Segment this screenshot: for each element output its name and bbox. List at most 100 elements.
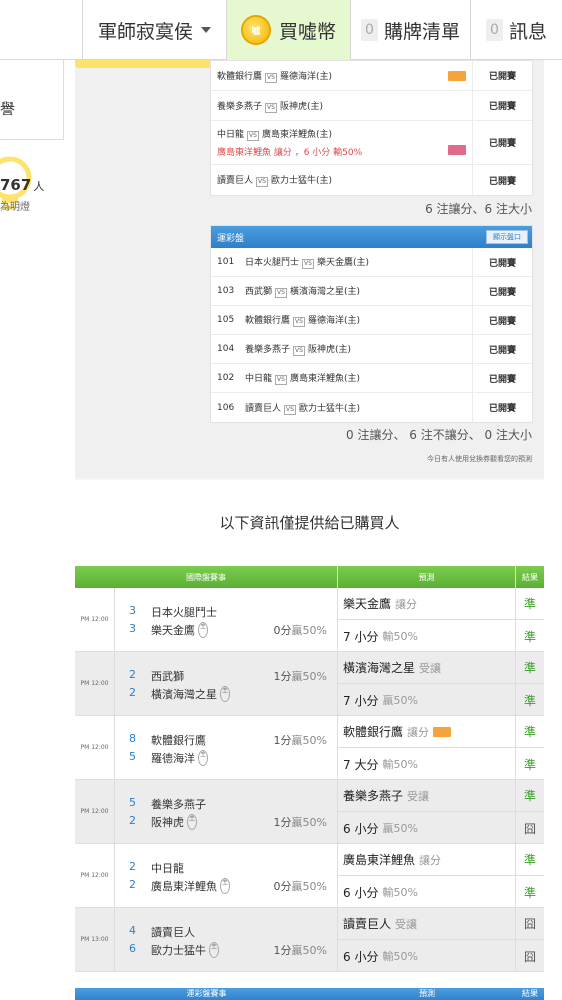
parlay-title: 運彩盤 xyxy=(217,233,245,244)
spread-pick: 廣島東洋鯉魚 讓分 xyxy=(338,844,515,876)
status-badge: 已開賽 xyxy=(472,364,532,392)
odds-text: 0分贏50% xyxy=(273,624,327,637)
table-row: PM 13:00 4 讀賣巨人 6 歐力士猛牛主 1分贏50% 讀賣巨人 受讓 6 小分 輸50%… xyxy=(75,908,544,972)
table-row: PM 12:00 2 中日龍 2 廣島東洋鯉魚主 0分贏50% 廣島東洋鯉魚 讓分 6 小分 輸5… xyxy=(75,844,544,908)
table-row: PM 12:00 3 日本火腿鬥士 3 樂天金鷹主 0分贏50% 樂天金鷹 讓分 7 小分 輸50… xyxy=(75,588,544,652)
status-badge: 已開賽 xyxy=(472,121,532,164)
summary-text: 6 注讓分、6 注大小 xyxy=(425,202,532,216)
follower-count: 767 人 xyxy=(0,176,45,194)
total-pick: 7 大分 輸50% xyxy=(343,757,418,772)
total-pick: 7 小分 輸50% xyxy=(343,629,418,644)
follower-panel: 767 人 為明燈 xyxy=(0,140,64,250)
home-mark-icon: 主 xyxy=(220,878,231,894)
away-team: 3 日本火腿鬥士 xyxy=(129,604,217,619)
spread-pick: 樂天金鷹 讓分 xyxy=(338,588,515,620)
spread-pick: 軟體銀行鷹 讓分 xyxy=(338,716,515,748)
total-result: 準 xyxy=(523,629,536,644)
cart-label: 購牌清單 xyxy=(383,20,460,43)
sidebar-panel-text: 譽 xyxy=(0,100,16,118)
col-header-prediction: 預測 xyxy=(338,566,516,588)
home-mark-icon: 主 xyxy=(220,686,231,702)
result-cell: 準準 xyxy=(516,588,544,651)
prediction-cell: 橫濱海灣之星 受讓 7 小分 贏50% xyxy=(338,652,516,715)
parlay-game-list: 運彩盤 顯示盤口 101 日本火腿鬥士 VS 樂天金鷹(主) 已開賽 103 西武獅… xyxy=(210,225,533,423)
chevron-down-icon xyxy=(201,27,211,33)
total-pick: 6 小分 輸50% xyxy=(343,949,418,964)
top-nav: 軍師寂寞侯 噓 買噓幣 0 購牌清單 0 訊息 xyxy=(0,0,562,60)
result-cell: 準準 xyxy=(516,652,544,715)
table-row: 106 讀賣巨人 VS 歐力士猛牛(主) 已開賽 xyxy=(211,393,532,422)
spread-result: 準 xyxy=(516,844,544,876)
cart-button[interactable]: 0 購牌清單 xyxy=(350,0,470,60)
game-rows: PM 12:00 3 日本火腿鬥士 3 樂天金鷹主 0分贏50% 樂天金鷹 讓分 7 小分 輸50… xyxy=(75,588,544,972)
follower-hint: 為明燈 xyxy=(0,202,30,213)
status-badge: 已開賽 xyxy=(472,306,532,334)
away-team: 5 養樂多燕子 xyxy=(129,796,206,811)
home-team: 6 歐力士猛牛主 xyxy=(129,942,220,958)
status-badge: 已開賽 xyxy=(472,165,532,195)
next-table-header: 運彩盤賽事 預測 結果 xyxy=(75,988,544,1000)
prediction-cell: 讀賣巨人 受讓 6 小分 輸50% xyxy=(338,908,516,971)
teams-cell: 4 讀賣巨人 6 歐力士猛牛主 1分贏50% xyxy=(115,908,338,971)
parlay-header: 運彩盤 顯示盤口 xyxy=(211,226,532,248)
spread-result: 準 xyxy=(516,652,544,684)
table-row: PM 12:00 2 西武獅 2 橫濱海灣之星主 1分贏50% 橫濱海灣之星 受讓 7 小分 贏5… xyxy=(75,652,544,716)
spread-result: 準 xyxy=(516,588,544,620)
prediction-cell: 養樂多燕子 受讓 6 小分 贏50% xyxy=(338,780,516,843)
user-menu-button[interactable]: 軍師寂寞侯 xyxy=(82,0,226,60)
game-time: PM 12:00 xyxy=(75,588,115,651)
prediction-cell: 廣島東洋鯉魚 讓分 6 小分 輸50% xyxy=(338,844,516,907)
col-header-prediction: 預測 xyxy=(419,989,435,998)
odds-text: 1分贏50% xyxy=(273,734,327,747)
table-header: 國際盤賽事 預測 結果 xyxy=(75,566,544,588)
status-badge: 已開賽 xyxy=(472,335,532,363)
home-mark-icon: 主 xyxy=(187,814,198,830)
total-pick: 6 小分 輸50% xyxy=(343,885,418,900)
viewer-note: 今日有人使用兌換券觀看您的預測 xyxy=(427,455,532,463)
col-header-result: 結果 xyxy=(522,989,538,998)
message-count-badge: 0 xyxy=(485,19,503,41)
prediction-cell: 軟體銀行鷹 讓分 7 大分 輸50% xyxy=(338,716,516,779)
col-header-game: 國際盤賽事 xyxy=(75,566,338,588)
home-mark-icon: 主 xyxy=(209,942,220,958)
summary-text: 0 注讓分、 6 注不讓分、 0 注大小 xyxy=(346,428,532,442)
result-cell: 準囧 xyxy=(516,780,544,843)
total-result: 準 xyxy=(523,693,536,708)
home-team: 2 廣島東洋鯉魚主 xyxy=(129,878,231,894)
messages-button[interactable]: 0 訊息 xyxy=(470,0,562,60)
teams-cell: 3 日本火腿鬥士 3 樂天金鷹主 0分贏50% xyxy=(115,588,338,651)
game-time: PM 12:00 xyxy=(75,780,115,843)
game-time: PM 13:00 xyxy=(75,908,115,971)
list-item: 軟體銀行鷹 VS 羅德海洋(主) 已開賽 xyxy=(211,61,532,91)
status-badge: 已開賽 xyxy=(472,248,532,276)
table-row: 102 中日龍 VS 廣島東洋鯉魚(主) 已開賽 xyxy=(211,364,532,393)
odds-text: 1分贏50% xyxy=(273,944,327,957)
sidebar-panel: 譽 xyxy=(0,60,64,140)
away-team: 2 西武獅 xyxy=(129,668,184,683)
prediction-cell: 樂天金鷹 讓分 7 小分 輸50% xyxy=(338,588,516,651)
away-team: 2 中日龍 xyxy=(129,860,184,875)
hot-tag-icon xyxy=(448,71,466,81)
home-team: 5 羅德海洋主 xyxy=(129,750,209,766)
table-row: PM 12:00 5 養樂多燕子 2 阪神虎主 1分贏50% 養樂多燕子 受讓 6 小分 贏50%… xyxy=(75,780,544,844)
result-cell: 囧囧 xyxy=(516,908,544,971)
user-name: 軍師寂寞侯 xyxy=(97,20,193,43)
teams-cell: 5 養樂多燕子 2 阪神虎主 1分贏50% xyxy=(115,780,338,843)
buy-coins-label: 買噓幣 xyxy=(278,20,336,43)
total-result: 囧 xyxy=(523,949,536,964)
total-result: 準 xyxy=(523,885,536,900)
yellow-tab-decoration xyxy=(75,60,212,68)
status-badge: 已開賽 xyxy=(472,393,532,422)
spread-pick: 養樂多燕子 受讓 xyxy=(338,780,515,812)
buy-coins-button[interactable]: 噓 買噓幣 xyxy=(226,0,350,60)
show-odds-button[interactable]: 顯示盤口 xyxy=(486,230,528,244)
table-row: 105 軟體銀行鷹 VS 羅德海洋(主) 已開賽 xyxy=(211,306,532,335)
spread-result: 準 xyxy=(516,716,544,748)
col-header-result: 結果 xyxy=(522,572,538,582)
list-item: 讀賣巨人 VS 歐力士猛牛(主) 已開賽 xyxy=(211,165,532,195)
spread-result: 準 xyxy=(516,780,544,812)
odds-text: 1分贏50% xyxy=(273,670,327,683)
away-team: 4 讀賣巨人 xyxy=(129,924,195,939)
teams-cell: 8 軟體銀行鷹 5 羅德海洋主 1分贏50% xyxy=(115,716,338,779)
main-content: 軟體銀行鷹 VS 羅德海洋(主) 已開賽 養樂多燕子 VS 阪神虎(主) 已開賽 中日龍… xyxy=(75,60,544,1000)
